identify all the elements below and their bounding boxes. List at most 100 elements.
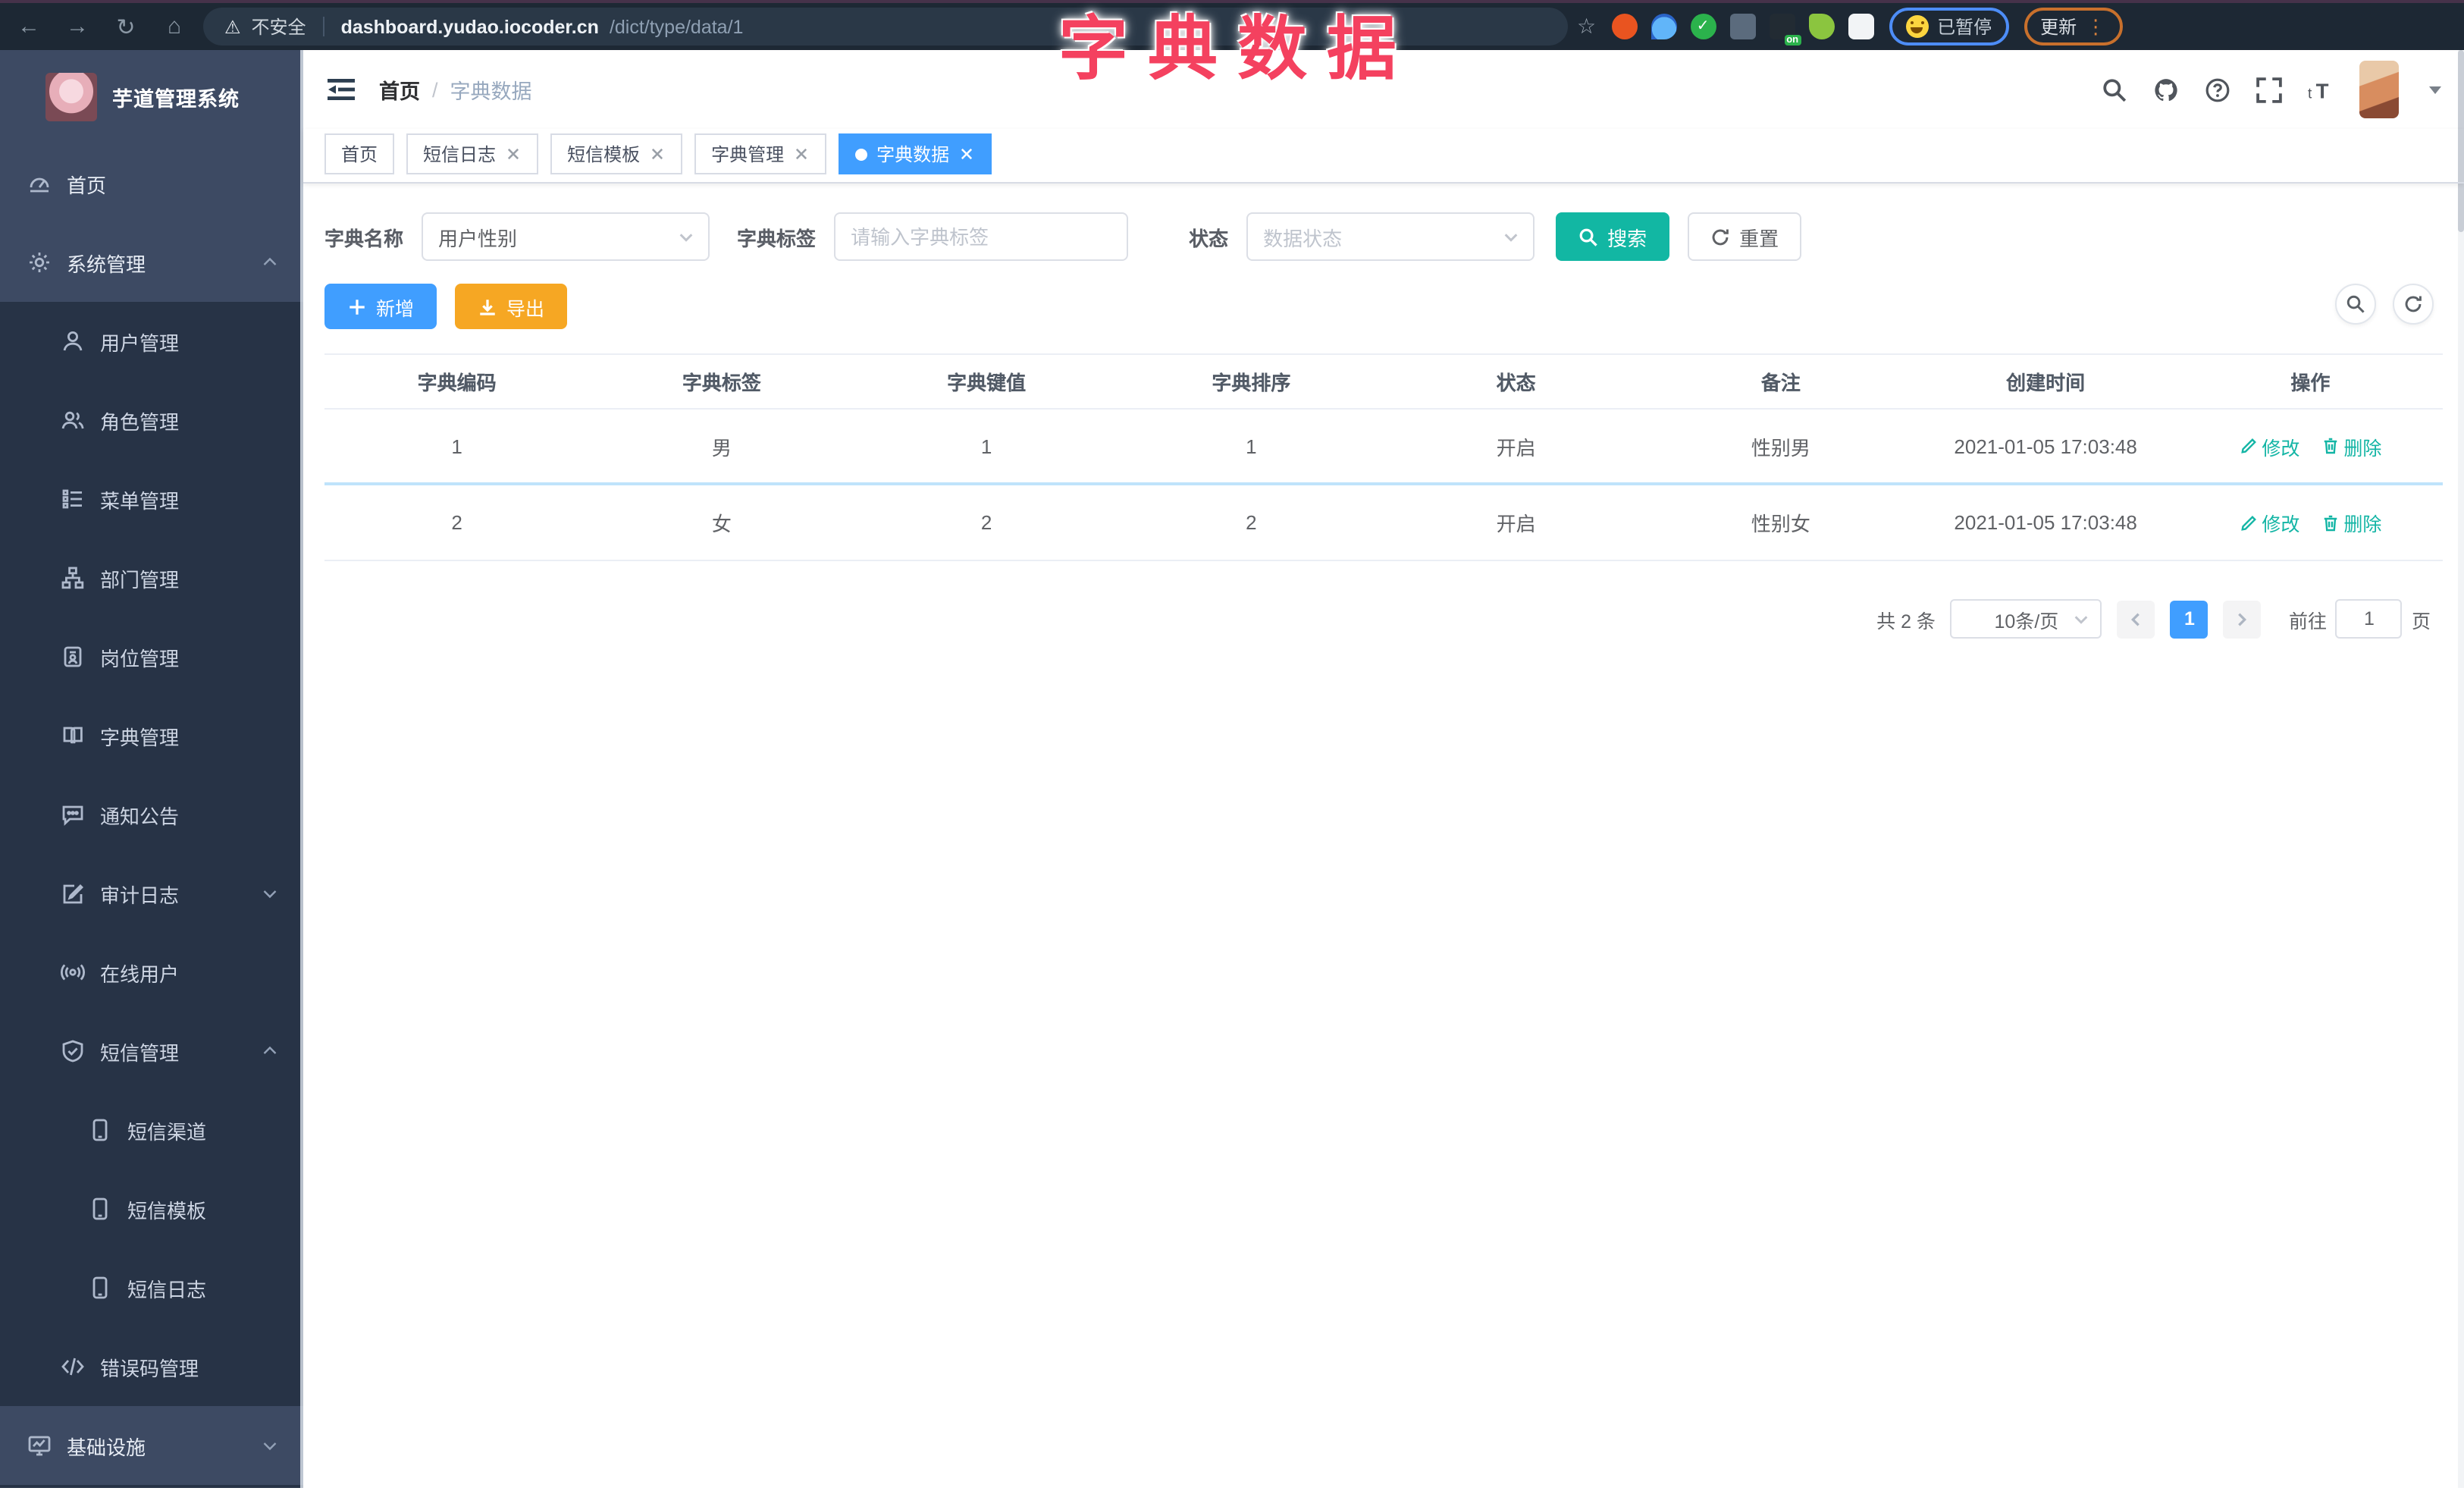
table-tools	[2335, 284, 2434, 325]
delete-link[interactable]: 删除	[2321, 508, 2381, 537]
menu-list-icon	[61, 487, 85, 511]
tab-home[interactable]: 首页	[324, 133, 395, 174]
page-number-current[interactable]: 1	[2170, 600, 2209, 638]
profile-paused-button[interactable]: 已暂停	[1889, 8, 2009, 46]
next-page-button[interactable]	[2223, 600, 2262, 638]
sidebar-item-home[interactable]: 首页	[0, 144, 303, 223]
sidebar-item-role-mgmt[interactable]: 角色管理	[0, 381, 303, 460]
sidebar-item-infrastructure[interactable]: 基础设施	[0, 1406, 303, 1485]
sidebar-item-menu-mgmt[interactable]: 菜单管理	[0, 460, 303, 538]
table-row[interactable]: 1 男 1 1 开启 性别男 2021-01-05 17:03:48 修改 删除	[324, 410, 2443, 485]
search-icon[interactable]	[2102, 77, 2127, 102]
sidebar-toggle-icon[interactable]	[328, 77, 355, 102]
dict-label-input[interactable]	[851, 225, 1112, 248]
reset-button[interactable]: 重置	[1688, 212, 1802, 261]
sidebar-item-dict-mgmt[interactable]: 字典管理	[0, 696, 303, 775]
reload-icon[interactable]: ↻	[112, 13, 140, 40]
tab-sms-log[interactable]: 短信日志	[406, 133, 539, 174]
leaf-extension-icon[interactable]	[1808, 14, 1835, 39]
close-icon[interactable]	[793, 146, 810, 162]
cell-remark: 性别女	[1751, 513, 1810, 535]
close-icon[interactable]	[505, 146, 522, 162]
dict-name-select[interactable]: 用户性别	[422, 212, 710, 261]
export-button[interactable]: 导出	[455, 284, 568, 329]
sidebar-item-user-mgmt[interactable]: 用户管理	[0, 302, 303, 381]
bookmark-star-icon[interactable]: ☆	[1577, 14, 1596, 39]
browser-menu-icon[interactable]: ⋮	[2086, 14, 2105, 39]
sidebar: 芋道管理系统 首页 系统管理 用户管理 角色管理 菜单管理 部门管理 岗位管理 字典管理通知公…	[0, 50, 303, 1488]
toggle-search-button[interactable]	[2335, 284, 2376, 325]
status-select[interactable]: 数据状态	[1246, 212, 1535, 261]
dict-name-label: 字典名称	[324, 227, 404, 250]
table-toolbar: 新增 导出	[324, 284, 2443, 329]
refresh-table-button[interactable]	[2393, 284, 2434, 325]
sidebar-item-label: 短信渠道	[127, 1120, 207, 1143]
status-label: 状态	[1189, 227, 1229, 250]
forward-icon[interactable]: →	[64, 14, 91, 39]
sidebar-item-sms-log[interactable]: 短信日志	[0, 1248, 303, 1327]
add-button[interactable]: 新增	[324, 284, 437, 329]
breadcrumb-home[interactable]: 首页	[379, 74, 420, 105]
close-icon[interactable]	[958, 146, 975, 162]
sidebar-item-sms-channel[interactable]: 短信渠道	[0, 1091, 303, 1169]
orange-extension-icon[interactable]	[1611, 14, 1638, 39]
caret-down-icon[interactable]	[2428, 82, 2443, 97]
sidebar-item-dept-mgmt[interactable]: 部门管理	[0, 538, 303, 617]
delete-link[interactable]: 删除	[2321, 432, 2381, 460]
app-title: 芋道管理系统	[112, 88, 240, 111]
cell-created: 2021-01-05 17:03:48	[1954, 511, 2137, 534]
close-icon[interactable]	[649, 146, 666, 162]
page-size-select[interactable]: 10条/页	[1950, 599, 2102, 639]
app-logo-row[interactable]: 芋道管理系统	[0, 50, 303, 144]
help-icon[interactable]	[2205, 77, 2230, 102]
trash-icon	[2321, 437, 2339, 455]
fullscreen-icon[interactable]	[2256, 77, 2282, 102]
user-avatar[interactable]	[2359, 61, 2399, 118]
sidebar-item-label: 短信管理	[100, 1041, 180, 1064]
edit-link[interactable]: 修改	[2239, 432, 2299, 460]
cell-value: 2	[980, 511, 992, 534]
tab-dict-mgmt[interactable]: 字典管理	[694, 133, 827, 174]
prev-page-button[interactable]	[2117, 600, 2155, 638]
drop-extension-icon[interactable]	[1651, 14, 1677, 39]
column-header: 操作	[2290, 372, 2331, 394]
sidebar-item-online-users[interactable]: 在线用户	[0, 933, 303, 1012]
sidebar-item-audit-log[interactable]: 审计日志	[0, 854, 303, 933]
puzzle-extensions-icon[interactable]	[1848, 14, 1874, 39]
dashboard-icon	[27, 171, 52, 196]
cell-created: 2021-01-05 17:03:48	[1954, 435, 2137, 457]
sidebar-item-error-code-mgmt[interactable]: 错误码管理	[0, 1327, 303, 1406]
table-row[interactable]: 2 女 2 2 开启 性别女 2021-01-05 17:03:48 修改 删除	[324, 485, 2443, 561]
not-secure-warning-icon: ⚠	[224, 16, 241, 37]
check-extension-icon[interactable]: ✓	[1690, 14, 1716, 39]
tab-dict-data[interactable]: 字典数据	[839, 133, 992, 174]
goto-page-input[interactable]	[2335, 599, 2403, 639]
download-icon	[478, 297, 497, 316]
sidebar-item-notice[interactable]: 通知公告	[0, 775, 303, 854]
back-icon[interactable]: ←	[15, 14, 42, 39]
search-button[interactable]: 搜索	[1556, 212, 1670, 261]
font-size-icon[interactable]: tT	[2308, 77, 2334, 102]
address-bar[interactable]: ⚠ 不安全 dashboard.yudao.iocoder.cn /dict/t…	[203, 8, 1568, 46]
stack-extension-icon[interactable]	[1729, 14, 1756, 39]
github-icon[interactable]	[2153, 77, 2179, 102]
column-header: 字典排序	[1212, 372, 1291, 394]
browser-update-button[interactable]: 更新 ⋮	[2024, 8, 2123, 46]
sidebar-item-label: 通知公告	[100, 805, 180, 827]
edit-link[interactable]: 修改	[2239, 508, 2299, 537]
chevron-down-icon	[2074, 611, 2090, 627]
breadcrumb: 首页 / 字典数据	[379, 74, 532, 105]
monitor-icon	[27, 1433, 52, 1458]
on-badge: on	[1784, 35, 1801, 46]
sidebar-item-system-mgmt[interactable]: 系统管理	[0, 223, 303, 302]
sidebar-item-sms-template[interactable]: 短信模板	[0, 1169, 303, 1248]
chevron-up-icon	[261, 253, 279, 272]
sidebar-item-post-mgmt[interactable]: 岗位管理	[0, 617, 303, 696]
sidebar-item-sms-mgmt[interactable]: 短信管理	[0, 1012, 303, 1091]
home-icon[interactable]: ⌂	[161, 14, 188, 39]
on-badge-extension-icon[interactable]: on	[1769, 14, 1801, 46]
tab-sms-template[interactable]: 短信模板	[550, 133, 683, 174]
sidebar-item-label: 审计日志	[100, 884, 180, 906]
content-area: 字典名称 用户性别 字典标签 状态 数据状态	[303, 184, 2464, 1488]
tab-label: 字典管理	[711, 144, 785, 165]
